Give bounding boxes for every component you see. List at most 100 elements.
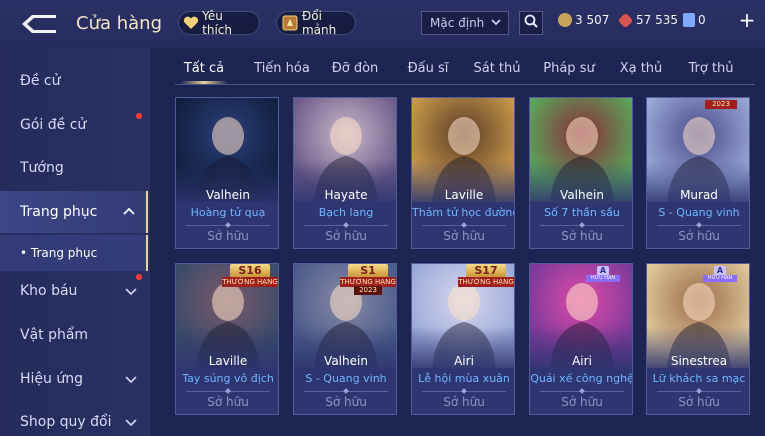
ownership-status: Sở hữu — [207, 229, 249, 243]
sidebar-item-recommended[interactable]: Đề cử — [0, 60, 148, 102]
limited-badge-label: HỮU HẠN — [703, 275, 737, 282]
season-badge-year: 2023 — [354, 286, 382, 295]
skin-card[interactable]: S16 THƯỜNG HẠNG Laville Tay súng vô địch Sở … — [175, 263, 279, 415]
add-currency-button[interactable]: + — [738, 10, 756, 31]
sidebar-item-items[interactable]: Vật phẩm — [0, 314, 148, 356]
skin-name: Lễ hội mùa xuân — [418, 372, 510, 385]
season-badge-title: S17 — [466, 264, 506, 278]
card-divider — [657, 225, 741, 226]
skin-name: Thám tử học đường — [412, 206, 515, 219]
sidebar: Đề cử Gói đề cử Tướng Trang phục • Trang… — [0, 48, 150, 436]
skin-card[interactable]: Laville Thám tử học đường Sở hữu — [411, 97, 515, 249]
sidebar-item-effects[interactable]: Hiệu ứng — [0, 358, 148, 400]
exchange-button[interactable]: Đổi mảnh — [276, 9, 356, 37]
search-icon — [523, 13, 539, 33]
search-button[interactable] — [519, 11, 543, 35]
season-badge-title: S1 — [348, 264, 388, 278]
hero-name: Valhein — [560, 188, 604, 202]
skin-name: Quái xế công nghệ — [530, 372, 633, 385]
exchange-label: Đổi mảnh — [302, 9, 337, 37]
skin-card[interactable]: Valhein Hoàng tử quạ Sở hữu — [175, 97, 279, 249]
sidebar-item-treasure[interactable]: Kho báu — [0, 270, 148, 312]
skin-card[interactable]: Hayate Bạch lang Sở hữu — [293, 97, 397, 249]
chevron-up-icon — [122, 205, 136, 219]
skin-card[interactable]: S1 THƯỜNG HẠNG 2023 Valhein S - Quang vinh Sở… — [293, 263, 397, 415]
hero-name: Sinestrea — [670, 354, 728, 368]
skin-name: S - Quang vinh — [305, 372, 387, 385]
sidebar-item-recommended-packs[interactable]: Gói đề cử — [0, 104, 148, 146]
skin-card[interactable]: Valhein Số 7 thần sầu Sở hữu — [529, 97, 633, 249]
favorites-button[interactable]: Yêu thích — [178, 9, 260, 37]
tab-assassin[interactable]: Sát thủ — [472, 56, 522, 84]
ownership-status: Sở hữu — [678, 395, 720, 409]
ownership-status: Sở hữu — [443, 395, 485, 409]
chevron-down-icon — [124, 372, 138, 386]
ownership-status: Sở hữu — [325, 395, 367, 409]
favorites-label: Yêu thích — [202, 9, 233, 37]
hero-name: Murad — [680, 188, 718, 202]
sidebar-item-label: Tướng — [20, 160, 64, 176]
sidebar-item-label: Kho báu — [20, 283, 78, 299]
ownership-status: Sở hữu — [325, 229, 367, 243]
season-badge-rank: THƯỜNG HẠNG — [222, 277, 278, 287]
limited-badge: A HỮU HẠN — [586, 266, 620, 282]
tabs-divider — [175, 84, 755, 85]
tab-evolution[interactable]: Tiến hóa — [252, 56, 312, 84]
season-badge: S17 THƯỜNG HẠNG — [458, 264, 514, 290]
card-divider — [657, 391, 741, 392]
heart-icon — [183, 14, 199, 32]
card-divider — [186, 391, 270, 392]
card-divider — [304, 391, 388, 392]
page-title: Cửa hàng — [76, 13, 163, 34]
tab-fighter[interactable]: Đấu sĩ — [404, 56, 452, 84]
chevron-down-icon — [124, 415, 138, 429]
ownership-status: Sở hữu — [207, 395, 249, 409]
sidebar-item-heroes[interactable]: Tướng — [0, 147, 148, 189]
sidebar-subitem-label: • Trang phục — [20, 246, 98, 260]
skin-name: Tay súng vô địch — [182, 372, 274, 385]
back-icon[interactable] — [18, 12, 60, 36]
sort-value: Mặc định — [430, 16, 485, 30]
sidebar-item-label: Hiệu ứng — [20, 371, 83, 387]
chevron-down-icon — [124, 284, 138, 298]
season-badge-title: S16 — [230, 264, 270, 278]
sidebar-item-skins[interactable]: Trang phục — [0, 191, 148, 233]
tab-support[interactable]: Trợ thủ — [686, 56, 736, 84]
gem-value: 57 535 — [636, 13, 678, 27]
skin-card[interactable]: A HỮU HẠN Airi Quái xế công nghệ Sở hữu — [529, 263, 633, 415]
hero-name: Hayate — [324, 188, 368, 202]
sidebar-item-label: Gói đề cử — [20, 117, 87, 133]
tab-tank[interactable]: Đỡ đòn — [330, 56, 380, 84]
fragment-icon — [281, 14, 299, 32]
skin-name: Bạch lang — [318, 206, 374, 219]
card-divider — [540, 225, 624, 226]
card-divider — [540, 391, 624, 392]
hero-name: Laville — [208, 354, 248, 368]
limited-badge-label: HỮU HẠN — [586, 275, 620, 282]
voucher-currency: 0 — [683, 13, 706, 27]
skin-card[interactable]: A HỮU HẠN Sinestrea Lữ khách sa mạc Sở hữu — [646, 263, 750, 415]
sidebar-item-exchange-shop[interactable]: Shop quy đổi — [0, 401, 148, 436]
hero-name: Laville — [444, 188, 484, 202]
skin-card[interactable]: 2023 Murad S - Quang vinh Sở hữu — [646, 97, 750, 249]
tab-mage[interactable]: Pháp sư — [542, 56, 596, 84]
gold-value: 3 507 — [575, 13, 610, 27]
top-bar: Cửa hàng Yêu thích Đổi mảnh Mặc định 3 5… — [0, 0, 765, 48]
tab-marksman[interactable]: Xạ thủ — [618, 56, 664, 84]
sidebar-item-label: Shop quy đổi — [20, 414, 112, 430]
card-divider — [304, 225, 388, 226]
skin-card[interactable]: S17 THƯỜNG HẠNG Airi Lễ hội mùa xuân Sở hữu — [411, 263, 515, 415]
ownership-status: Sở hữu — [443, 229, 485, 243]
skin-name: Lữ khách sa mạc — [652, 372, 746, 385]
skin-name: S - Quang vinh — [658, 206, 740, 219]
season-badge: 2023 — [693, 98, 749, 124]
sort-select[interactable]: Mặc định — [421, 11, 509, 35]
ownership-status: Sở hữu — [678, 229, 720, 243]
category-tabs: Tất cả Tiến hóa Đỡ đòn Đấu sĩ Sát thủ Ph… — [170, 56, 765, 86]
notification-dot — [136, 113, 142, 119]
voucher-icon — [683, 13, 695, 27]
sidebar-item-label: Vật phẩm — [20, 327, 89, 343]
tab-all[interactable]: Tất cả — [180, 56, 228, 84]
sidebar-subitem-skins[interactable]: • Trang phục — [0, 235, 148, 271]
season-badge: S1 THƯỜNG HẠNG 2023 — [340, 264, 396, 295]
